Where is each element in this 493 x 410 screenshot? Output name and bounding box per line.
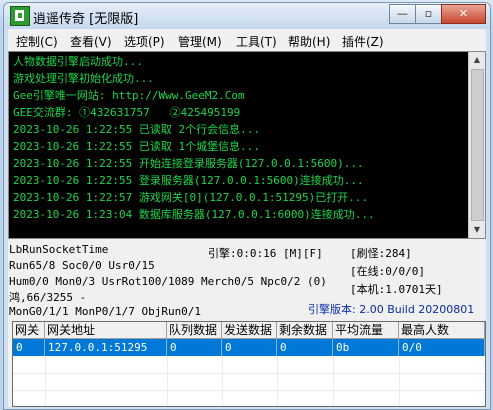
column-header[interactable]: 网关地址 — [45, 322, 167, 339]
log-line: GEE交流群: ①432631757 ②425495199 — [13, 106, 241, 119]
column-header[interactable]: 剩余数据 — [277, 322, 333, 339]
app-window: 逍遥传奇 [无限版] — ▫ ✕ 控制(C) 查看(V) 选项(P) 管理(M)… — [3, 2, 491, 410]
engine-time: 引擎:0:0:16 [M][F] — [208, 247, 323, 260]
log-line: 人物数据引擎启动成功... — [13, 55, 143, 68]
monitor-status: MonG0/1/1 MonP0/1/7 ObjRun0/1 — [9, 305, 202, 318]
scrollbar-thumb[interactable] — [471, 69, 484, 221]
misc-status: 鸿,66/3255 - — [9, 291, 87, 304]
grid-line — [167, 356, 168, 406]
log-line: 2023-10-26 1:22:55 登录服务器(127.0.0.1:5600)… — [13, 174, 364, 187]
table-cell: 127.0.0.1:51295 — [45, 339, 167, 356]
menu-options[interactable]: 选项(P) — [124, 33, 165, 50]
table-cell: 0 — [167, 339, 222, 356]
table-cell: 0 — [13, 339, 45, 356]
log-line: 2023-10-26 1:23:04 数据库服务器(127.0.0.1:6000… — [13, 208, 375, 221]
table-cell: 0 — [222, 339, 277, 356]
gateway-table[interactable]: 网关 网关地址 队列数据 发送数据 剩余数据 平均流量 最高人数 0 127.0… — [12, 321, 486, 407]
app-icon — [10, 6, 30, 26]
scroll-down-arrow-icon[interactable]: ▼ — [471, 223, 483, 237]
grid-line — [222, 356, 223, 406]
menu-manage[interactable]: 管理(M) — [178, 33, 222, 50]
menu-help[interactable]: 帮助(H) — [288, 33, 330, 50]
grid-line — [45, 356, 46, 406]
table-cell: 0/0 — [399, 339, 485, 356]
menu-view[interactable]: 查看(V) — [70, 33, 112, 50]
grid-line — [333, 356, 334, 406]
engine-version: 引擎版本: 2.00 Build 20200801 — [308, 303, 475, 316]
log-line: 2023-10-26 1:22:57 游戏网关[0](127.0.0.1:512… — [13, 191, 369, 204]
column-header[interactable]: 平均流量 — [333, 322, 399, 339]
column-header[interactable]: 最高人数 — [399, 322, 485, 339]
log-line: 2023-10-26 1:22:55 已读取 1个城堡信息... — [13, 140, 260, 153]
log-line: 游戏处理引擎初始化成功... — [13, 72, 154, 85]
native-uptime: [本机:1.0701天] — [350, 283, 443, 296]
minimize-button[interactable]: — — [389, 4, 416, 24]
object-counts: Hum0/0 Mon0/3 UsrRot100/1089 Merch0/5 Np… — [9, 275, 327, 288]
grid-line — [399, 356, 400, 406]
table-cell: 0 — [277, 339, 333, 356]
grid-line — [277, 356, 278, 406]
grid-line — [13, 373, 485, 374]
log-line: 2023-10-26 1:22:55 开始连接登录服务器(127.0.0.1:5… — [13, 157, 364, 170]
grid-line — [13, 390, 485, 391]
log-line: 2023-10-26 1:22:55 已读取 2个行会信息... — [13, 123, 260, 136]
column-header[interactable]: 网关 — [13, 322, 45, 339]
column-header[interactable]: 队列数据 — [167, 322, 222, 339]
menu-control[interactable]: 控制(C) — [16, 33, 58, 50]
console-scrollbar[interactable]: ▲ ▼ — [468, 52, 485, 238]
log-console[interactable]: 人物数据引擎启动成功... 游戏处理引擎初始化成功... Gee引擎唯一网站: … — [8, 51, 486, 239]
menu-bar: 控制(C) 查看(V) 选项(P) 管理(M) 工具(T) 帮助(H) 插件(Z… — [8, 29, 486, 52]
window-title: 逍遥传奇 [无限版] — [33, 12, 139, 27]
menu-plugins[interactable]: 插件(Z) — [342, 33, 384, 50]
restore-button[interactable]: ▫ — [415, 4, 442, 24]
title-bar[interactable]: 逍遥传奇 [无限版] — ▫ ✕ — [4, 3, 490, 29]
scroll-up-arrow-icon[interactable]: ▲ — [471, 53, 483, 67]
log-line: Gee引擎唯一网站: http://Www.GeeM2.Com — [13, 89, 245, 102]
close-button[interactable]: ✕ — [441, 4, 486, 24]
client-area: 控制(C) 查看(V) 选项(P) 管理(M) 工具(T) 帮助(H) 插件(Z… — [8, 29, 486, 407]
status-panel: LbRunSocketTime 引擎:0:0:16 [M][F] [刷怪:284… — [8, 241, 486, 321]
spawn-radius: [刷怪:284] — [350, 247, 412, 260]
table-cell: 0b — [333, 339, 399, 356]
socket-status: LbRunSocketTime — [9, 243, 109, 256]
column-header[interactable]: 发送数据 — [222, 322, 277, 339]
online-count: [在线:0/0/0] — [350, 265, 425, 278]
run-stats: Run65/8 Soc0/0 Usr0/15 — [9, 259, 155, 272]
menu-tools[interactable]: 工具(T) — [236, 33, 277, 50]
